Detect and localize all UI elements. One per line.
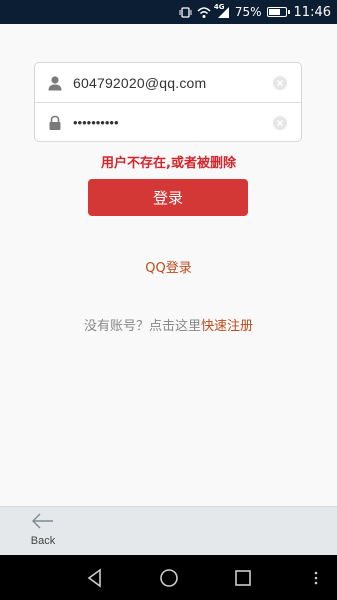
clear-password-icon[interactable] — [273, 115, 287, 130]
quick-register-link[interactable]: 快速注册 — [201, 319, 253, 334]
password-input[interactable]: •••••••••• — [73, 115, 273, 130]
wifi-icon — [197, 6, 211, 19]
battery-icon — [266, 7, 290, 17]
register-prompt-text: 没有账号？点击这里 — [83, 319, 201, 334]
battery-percent: 75% — [234, 5, 262, 19]
qq-login-link[interactable]: QQ登录 — [0, 257, 337, 276]
register-prompt: 没有账号？点击这里快速注册 — [0, 315, 337, 334]
error-message: 用户不存在,或者被删除 — [101, 156, 236, 171]
username-input[interactable]: 604792020@qq.com — [73, 75, 273, 91]
back-bar: Back — [0, 506, 337, 555]
lock-icon — [47, 115, 63, 131]
network-label: 4G — [213, 2, 225, 11]
password-row[interactable]: •••••••••• — [35, 103, 301, 142]
back-button[interactable]: Back — [26, 513, 60, 555]
nav-back-icon[interactable] — [84, 567, 106, 589]
clock: 11:46 — [293, 4, 331, 20]
nav-menu-icon[interactable] — [312, 567, 320, 589]
back-label: Back — [30, 535, 56, 547]
clear-username-icon[interactable] — [273, 75, 287, 90]
vibrate-icon — [179, 6, 192, 19]
back-arrow-icon — [32, 513, 54, 533]
signal-4g-icon: 4G — [213, 2, 230, 19]
login-button[interactable]: 登录 — [88, 179, 248, 216]
login-page: 604792020@qq.com •••••••••• 用户不存在,或者被删除 … — [0, 24, 337, 506]
nav-recents-icon[interactable] — [232, 567, 254, 589]
user-icon — [47, 75, 63, 91]
username-row[interactable]: 604792020@qq.com — [35, 63, 301, 103]
system-nav-bar — [0, 555, 337, 600]
nav-home-icon[interactable] — [158, 567, 180, 589]
status-bar: 4G 75% 11:46 — [0, 0, 337, 24]
login-form: 604792020@qq.com •••••••••• — [34, 62, 302, 142]
